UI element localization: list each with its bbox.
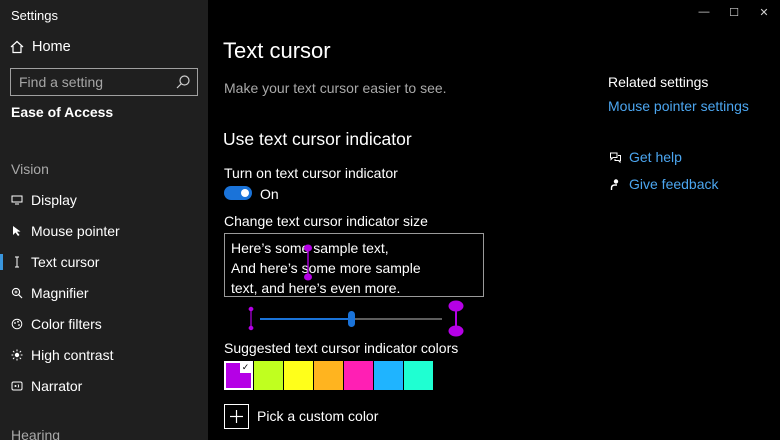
color-swatch[interactable]	[284, 361, 313, 390]
indicator-heading: Use text cursor indicator	[223, 129, 412, 149]
color-swatch[interactable]	[404, 361, 433, 390]
home-nav-item[interactable]: Home	[10, 37, 71, 57]
toggle-state: On	[260, 186, 279, 202]
slider-thumb[interactable]	[347, 311, 355, 327]
sidebar-item-narrator[interactable]: Narrator	[0, 374, 208, 398]
sidebar: Settings Home Ease of Access Vision Disp…	[0, 0, 208, 440]
section-heading: Ease of Access	[11, 104, 114, 120]
sidebar-item-mouse-pointer[interactable]: Mouse pointer	[0, 219, 208, 243]
feedback-icon	[608, 177, 622, 191]
toggle-knob	[241, 189, 249, 197]
sidebar-item-color-filters[interactable]: Color filters	[0, 312, 208, 336]
sample-line: Here’s some sample text,	[231, 240, 389, 256]
close-button[interactable]: ✕	[752, 4, 776, 20]
color-swatch[interactable]	[314, 361, 343, 390]
size-label: Change text cursor indicator size	[224, 213, 428, 229]
page-description: Make your text cursor easier to see.	[224, 80, 447, 96]
slider-track-fill	[260, 318, 351, 320]
indicator-size-slider[interactable]	[246, 300, 468, 340]
plus-icon	[224, 403, 249, 429]
group-heading-hearing: Hearing	[11, 427, 61, 440]
give-feedback-label: Give feedback	[629, 176, 719, 192]
group-heading-vision: Vision	[11, 161, 49, 177]
sidebar-item-high-contrast[interactable]: High contrast	[0, 343, 208, 367]
color-filters-icon	[10, 317, 24, 331]
narrator-icon	[10, 379, 24, 393]
get-help-link[interactable]: Get help	[608, 148, 682, 166]
minimize-button[interactable]: —	[692, 4, 716, 20]
color-swatches: ✓	[224, 361, 434, 390]
high-contrast-icon	[10, 348, 24, 362]
sample-text-box: Here’s some sample text, And here’s some…	[224, 233, 484, 297]
sidebar-item-magnifier[interactable]: Magnifier	[0, 281, 208, 305]
search-input[interactable]	[19, 74, 169, 90]
mouse-pointer-icon	[10, 224, 24, 238]
custom-color-label: Pick a custom color	[257, 408, 379, 424]
color-swatch[interactable]	[344, 361, 373, 390]
give-feedback-link[interactable]: Give feedback	[608, 175, 719, 193]
page-title: Text cursor	[223, 38, 331, 63]
custom-color-button[interactable]: Pick a custom color	[224, 403, 378, 429]
sidebar-item-display[interactable]: Display	[0, 188, 208, 212]
display-icon	[10, 193, 24, 207]
text-cursor-icon	[10, 255, 24, 269]
large-indicator-icon	[448, 300, 464, 337]
cursor-indicator-preview	[304, 244, 312, 281]
home-label: Home	[32, 39, 71, 55]
sidebar-item-label: High contrast	[31, 347, 114, 363]
checkmark-icon: ✓	[240, 362, 251, 373]
search-icon[interactable]	[175, 74, 191, 90]
magnifier-icon	[10, 286, 24, 300]
app-title: Settings	[11, 8, 58, 23]
home-icon	[10, 40, 24, 54]
sidebar-item-label: Mouse pointer	[31, 223, 120, 239]
sample-line: text, and here’s even more.	[231, 280, 401, 296]
sidebar-item-label: Color filters	[31, 316, 102, 332]
color-swatch[interactable]: ✓	[224, 361, 253, 390]
sidebar-item-text-cursor[interactable]: Text cursor	[0, 250, 208, 274]
mouse-pointer-settings-link[interactable]: Mouse pointer settings	[608, 98, 749, 114]
color-swatch[interactable]	[254, 361, 283, 390]
colors-label: Suggested text cursor indicator colors	[224, 340, 459, 356]
sidebar-item-label: Text cursor	[31, 254, 100, 270]
sample-line: And here’s some more sample	[231, 260, 421, 276]
sidebar-item-label: Display	[31, 192, 77, 208]
help-chat-icon	[608, 150, 622, 164]
search-box[interactable]	[10, 68, 198, 96]
get-help-label: Get help	[629, 149, 682, 165]
related-settings-heading: Related settings	[608, 74, 709, 90]
sidebar-item-label: Narrator	[31, 378, 83, 394]
color-swatch[interactable]	[374, 361, 403, 390]
toggle-label: Turn on text cursor indicator	[224, 165, 398, 181]
small-indicator-icon	[248, 306, 254, 331]
sidebar-item-label: Magnifier	[31, 285, 89, 301]
indicator-toggle[interactable]	[224, 186, 252, 200]
maximize-button[interactable]: ☐	[722, 4, 746, 20]
